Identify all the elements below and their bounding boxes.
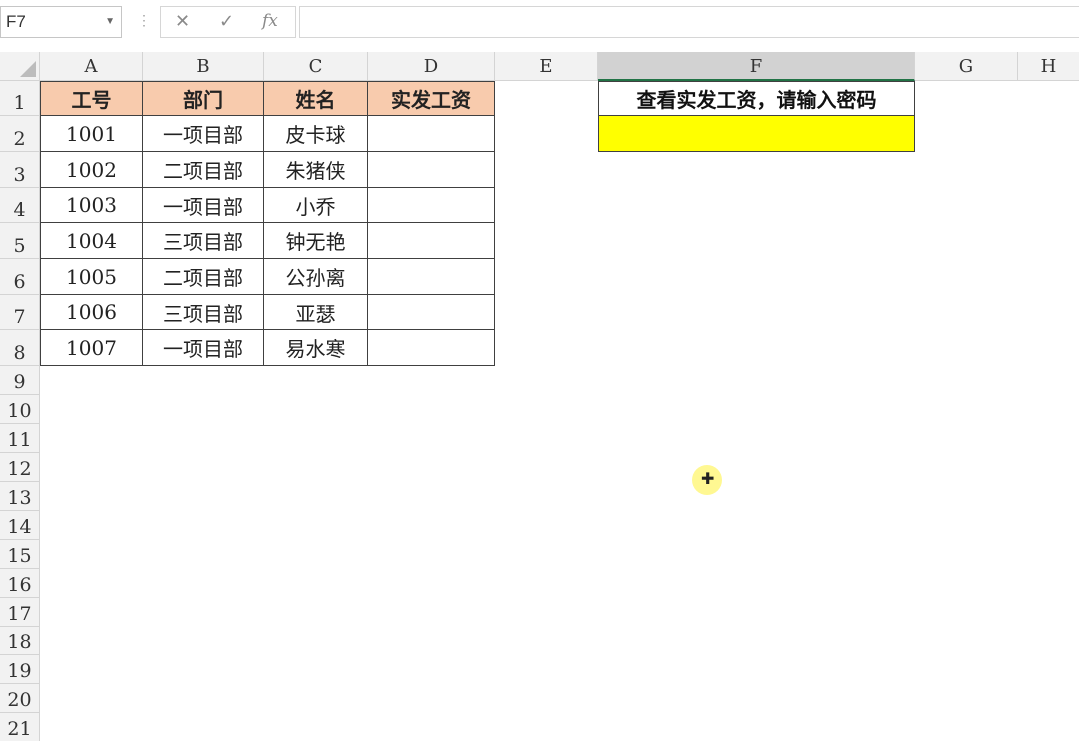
name-box-value: F7 xyxy=(6,12,26,31)
password-prompt-cell[interactable]: 查看实发工资，请输入密码 xyxy=(598,81,915,116)
enter-icon[interactable]: ✓ xyxy=(219,11,234,32)
table-cell-net-salary[interactable] xyxy=(368,116,495,152)
table-cell-net-salary[interactable] xyxy=(368,259,495,295)
row-header[interactable]: 4 xyxy=(0,188,40,223)
formula-bar: F7 ▼ ⋮ ✕ ✓ fx xyxy=(0,0,1079,53)
row-header[interactable]: 1 xyxy=(0,81,40,116)
table-cell-name[interactable]: 亚瑟 xyxy=(264,295,368,330)
row-header[interactable]: 11 xyxy=(0,424,40,453)
table-cell-department[interactable]: 一项目部 xyxy=(143,188,264,223)
table-cell-department[interactable]: 三项目部 xyxy=(143,295,264,330)
row-header[interactable]: 9 xyxy=(0,366,40,395)
table-cell-id[interactable]: 1003 xyxy=(40,188,143,223)
row-header[interactable]: 3 xyxy=(0,152,40,188)
row-header[interactable]: 6 xyxy=(0,259,40,295)
table-cell-department[interactable]: 二项目部 xyxy=(143,259,264,295)
table-cell-department[interactable]: 一项目部 xyxy=(143,116,264,152)
row-header[interactable]: 7 xyxy=(0,295,40,330)
row-header[interactable]: 16 xyxy=(0,569,40,598)
mouse-cursor: ✚ xyxy=(692,465,722,495)
table-cell-department[interactable]: 一项目部 xyxy=(143,330,264,366)
row-header[interactable]: 20 xyxy=(0,684,40,713)
table-header-net-salary[interactable]: 实发工资 xyxy=(368,81,495,116)
row-header[interactable]: 14 xyxy=(0,511,40,540)
row-header[interactable]: 18 xyxy=(0,627,40,655)
table-cell-id[interactable]: 1007 xyxy=(40,330,143,366)
table-cell-name[interactable]: 钟无艳 xyxy=(264,223,368,259)
row-header[interactable]: 10 xyxy=(0,395,40,424)
select-all-triangle-icon xyxy=(20,61,36,77)
table-cell-id[interactable]: 1001 xyxy=(40,116,143,152)
row-header[interactable]: 13 xyxy=(0,482,40,511)
formula-input[interactable] xyxy=(299,6,1079,38)
table-cell-net-salary[interactable] xyxy=(368,152,495,188)
column-header-f[interactable]: F xyxy=(598,52,915,81)
row-header[interactable]: 19 xyxy=(0,655,40,684)
table-cell-department[interactable]: 三项目部 xyxy=(143,223,264,259)
row-header[interactable]: 12 xyxy=(0,453,40,482)
column-header-e[interactable]: E xyxy=(495,52,598,81)
row-header[interactable]: 21 xyxy=(0,713,40,741)
table-cell-name[interactable]: 小乔 xyxy=(264,188,368,223)
cell-cursor-icon: ✚ xyxy=(701,469,715,488)
row-header[interactable]: 17 xyxy=(0,598,40,627)
password-input-cell[interactable] xyxy=(598,116,915,152)
table-cell-name[interactable]: 朱猪侠 xyxy=(264,152,368,188)
column-header-a[interactable]: A xyxy=(40,52,143,81)
table-cell-name[interactable]: 易水寒 xyxy=(264,330,368,366)
column-header-b[interactable]: B xyxy=(143,52,264,81)
table-cell-name[interactable]: 公孙离 xyxy=(264,259,368,295)
row-header[interactable]: 8 xyxy=(0,330,40,366)
row-header[interactable]: 2 xyxy=(0,116,40,152)
more-options-icon: ⋮ xyxy=(137,12,151,28)
column-header-h[interactable]: H xyxy=(1018,52,1079,81)
column-header-c[interactable]: C xyxy=(264,52,368,81)
select-all-corner[interactable] xyxy=(0,52,40,81)
table-cell-id[interactable]: 1005 xyxy=(40,259,143,295)
table-header-id[interactable]: 工号 xyxy=(40,81,143,116)
formula-buttons: ✕ ✓ fx xyxy=(160,6,296,38)
cancel-icon[interactable]: ✕ xyxy=(175,11,190,32)
column-header-d[interactable]: D xyxy=(368,52,495,81)
table-cell-id[interactable]: 1006 xyxy=(40,295,143,330)
table-cell-id[interactable]: 1004 xyxy=(40,223,143,259)
table-cell-net-salary[interactable] xyxy=(368,330,495,366)
table-cell-department[interactable]: 二项目部 xyxy=(143,152,264,188)
table-cell-net-salary[interactable] xyxy=(368,188,495,223)
table-header-department[interactable]: 部门 xyxy=(143,81,264,116)
name-box[interactable]: F7 ▼ xyxy=(0,6,122,38)
table-cell-net-salary[interactable] xyxy=(368,295,495,330)
table-cell-id[interactable]: 1002 xyxy=(40,152,143,188)
row-header[interactable]: 15 xyxy=(0,540,40,569)
table-header-name[interactable]: 姓名 xyxy=(264,81,368,116)
column-header-g[interactable]: G xyxy=(915,52,1018,81)
chevron-down-icon[interactable]: ▼ xyxy=(105,7,115,37)
row-header[interactable]: 5 xyxy=(0,223,40,259)
table-cell-name[interactable]: 皮卡球 xyxy=(264,116,368,152)
table-cell-net-salary[interactable] xyxy=(368,223,495,259)
insert-function-icon[interactable]: fx xyxy=(262,11,278,31)
